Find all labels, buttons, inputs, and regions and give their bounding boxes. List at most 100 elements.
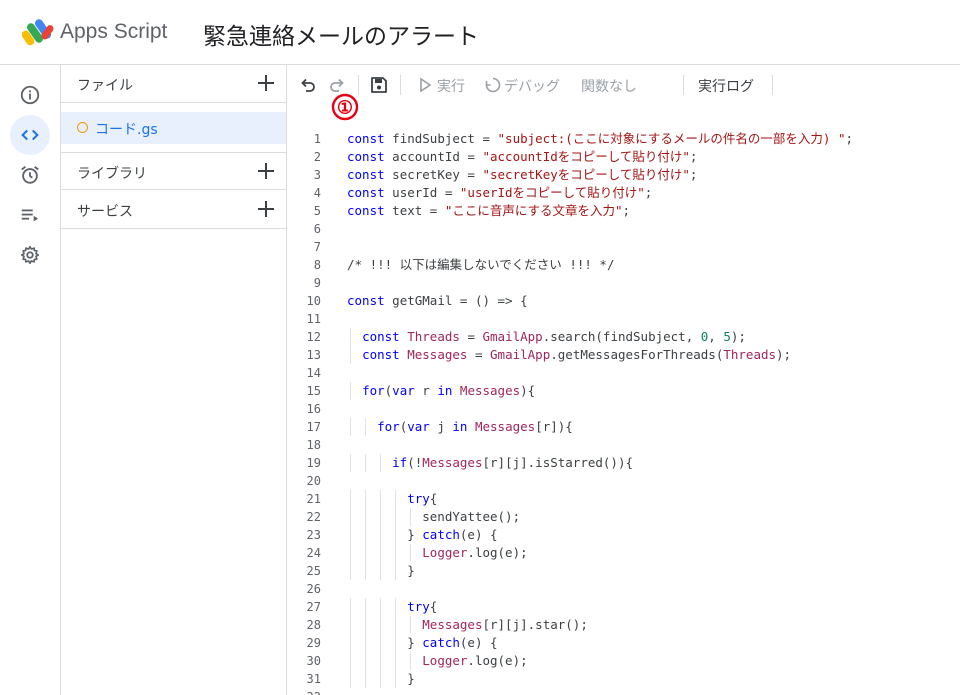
toolbar-divider — [400, 75, 401, 95]
line-number: 17 — [306, 420, 321, 434]
code-token: 5 — [723, 329, 731, 344]
code-token: Messages — [422, 617, 483, 632]
project-title[interactable]: 緊急連絡メールのアラート — [203, 17, 479, 51]
code-token: Logger — [422, 653, 468, 668]
services-section-header: サービス — [61, 191, 286, 229]
code-token: in — [452, 419, 468, 434]
editor-toolbar: 実行 デバッグ 関数なし 実行ログ — [287, 65, 960, 105]
line-number: 31 — [306, 672, 321, 686]
code-token: const — [362, 329, 400, 344]
code-text: const Threads = GmailApp.search(findSubj… — [347, 328, 746, 346]
rail-overview-button[interactable] — [10, 75, 50, 115]
code-text: sendYattee(); — [347, 508, 520, 526]
code-text: } — [347, 670, 415, 688]
code-token: (e) { — [459, 527, 498, 542]
code-text: const getGMail = () => { — [347, 292, 528, 310]
code-token: ); — [776, 347, 792, 362]
code-text: const accountId = "accountIdをコピーして貼り付け"; — [347, 148, 697, 166]
unsaved-dot-icon — [77, 122, 88, 133]
code-line: 27 try{ — [287, 598, 960, 616]
nav-rail — [0, 65, 61, 695]
code-line: 20 — [287, 472, 960, 490]
code-editor[interactable]: 1 const findSubject = "subject:(ここに対象にするメ… — [287, 105, 960, 695]
code-line: 11 — [287, 310, 960, 328]
line-number: 23 — [306, 528, 321, 542]
code-token: [r][j].isStarred()){ — [482, 455, 634, 470]
rail-settings-button[interactable] — [10, 235, 50, 275]
line-number: 14 — [306, 366, 321, 380]
code-line: 30 Logger.log(e); — [287, 652, 960, 670]
code-token: Messages — [407, 347, 468, 362]
code-line: 10 const getGMail = () => { — [287, 292, 960, 310]
code-token: "accountIdをコピーして貼り付け" — [482, 149, 690, 164]
code-token: (! — [407, 455, 423, 470]
line-number: 19 — [306, 456, 321, 470]
code-line: 16 — [287, 400, 960, 418]
code-line: 29 } catch(e) { — [287, 634, 960, 652]
annotation-number: ① — [337, 98, 353, 118]
code-line: 24 Logger.log(e); — [287, 544, 960, 562]
code-token: ; — [689, 149, 698, 164]
code-token: .log(e); — [467, 545, 528, 560]
code-text: } catch(e) { — [347, 634, 498, 652]
code-token: for — [362, 383, 385, 398]
code-token: Messages — [459, 383, 521, 398]
add-library-plus-icon[interactable] — [256, 161, 276, 181]
code-token: (e) { — [459, 635, 498, 650]
code-token: accountId = — [384, 149, 483, 164]
rail-executions-button[interactable] — [10, 195, 50, 235]
rail-editor-button[interactable] — [10, 115, 50, 155]
services-section-label: サービス — [77, 204, 133, 220]
code-token: /* !!! 以下は編集しないでください !!! */ — [347, 257, 615, 272]
code-token: if — [392, 455, 408, 470]
code-lines: 1 const findSubject = "subject:(ここに対象にするメ… — [287, 130, 960, 695]
undo-icon[interactable] — [298, 75, 318, 95]
run-button[interactable]: 実行 — [437, 76, 465, 96]
code-line: 2 const accountId = "accountIdをコピーして貼り付け"… — [287, 148, 960, 166]
apps-script-logo-icon[interactable] — [22, 18, 54, 46]
code-token: r — [414, 383, 438, 398]
alarm-clock-icon — [21, 166, 39, 184]
code-line: 9 — [287, 274, 960, 292]
code-line: 1 const findSubject = "subject:(ここに対象にするメ… — [287, 130, 960, 148]
code-token: [r]){ — [535, 419, 573, 434]
toolbar-divider — [772, 75, 773, 95]
code-token: sendYattee(); — [347, 509, 521, 524]
code-text: const userId = "userIdをコピーして貼り付け"; — [347, 184, 652, 202]
code-token: secretKey = — [384, 167, 483, 182]
function-select[interactable]: 関数なし — [581, 76, 637, 96]
file-item-code-gs[interactable]: コード.gs — [61, 112, 286, 144]
line-number: 32 — [287, 688, 321, 695]
line-number: 9 — [313, 276, 321, 290]
code-token: var — [407, 419, 430, 434]
debug-button[interactable]: デバッグ — [504, 76, 560, 96]
top-bar: Apps Script 緊急連絡メールのアラート — [0, 0, 960, 65]
line-number: 18 — [306, 438, 321, 452]
toolbar-divider — [683, 75, 684, 95]
code-line: 21 try{ — [287, 490, 960, 508]
code-token: const — [347, 167, 385, 182]
code-token: for — [377, 419, 400, 434]
code-text: } catch(e) { — [347, 526, 498, 544]
add-file-plus-icon[interactable] — [256, 73, 276, 93]
add-service-plus-icon[interactable] — [256, 199, 276, 219]
code-token: ; — [845, 131, 854, 146]
save-icon[interactable] — [369, 75, 389, 95]
code-token: const — [347, 131, 385, 146]
redo-icon[interactable] — [327, 75, 347, 95]
line-number: 30 — [306, 654, 321, 668]
code-token: const — [347, 293, 385, 308]
rail-triggers-button[interactable] — [10, 155, 50, 195]
code-token: try — [407, 491, 430, 506]
code-token: Logger — [422, 545, 468, 560]
code-text: const findSubject = "subject:(ここに対象にするメー… — [347, 130, 853, 148]
code-token: j — [429, 419, 453, 434]
execution-log-button[interactable]: 実行ログ — [698, 76, 754, 96]
code-token: GmailApp — [482, 329, 543, 344]
code-token: .search(findSubject, — [542, 329, 701, 344]
code-line: 3 const secretKey = "secretKeyをコピーして貼り付け"… — [287, 166, 960, 184]
app-name[interactable]: Apps Script — [60, 20, 167, 44]
